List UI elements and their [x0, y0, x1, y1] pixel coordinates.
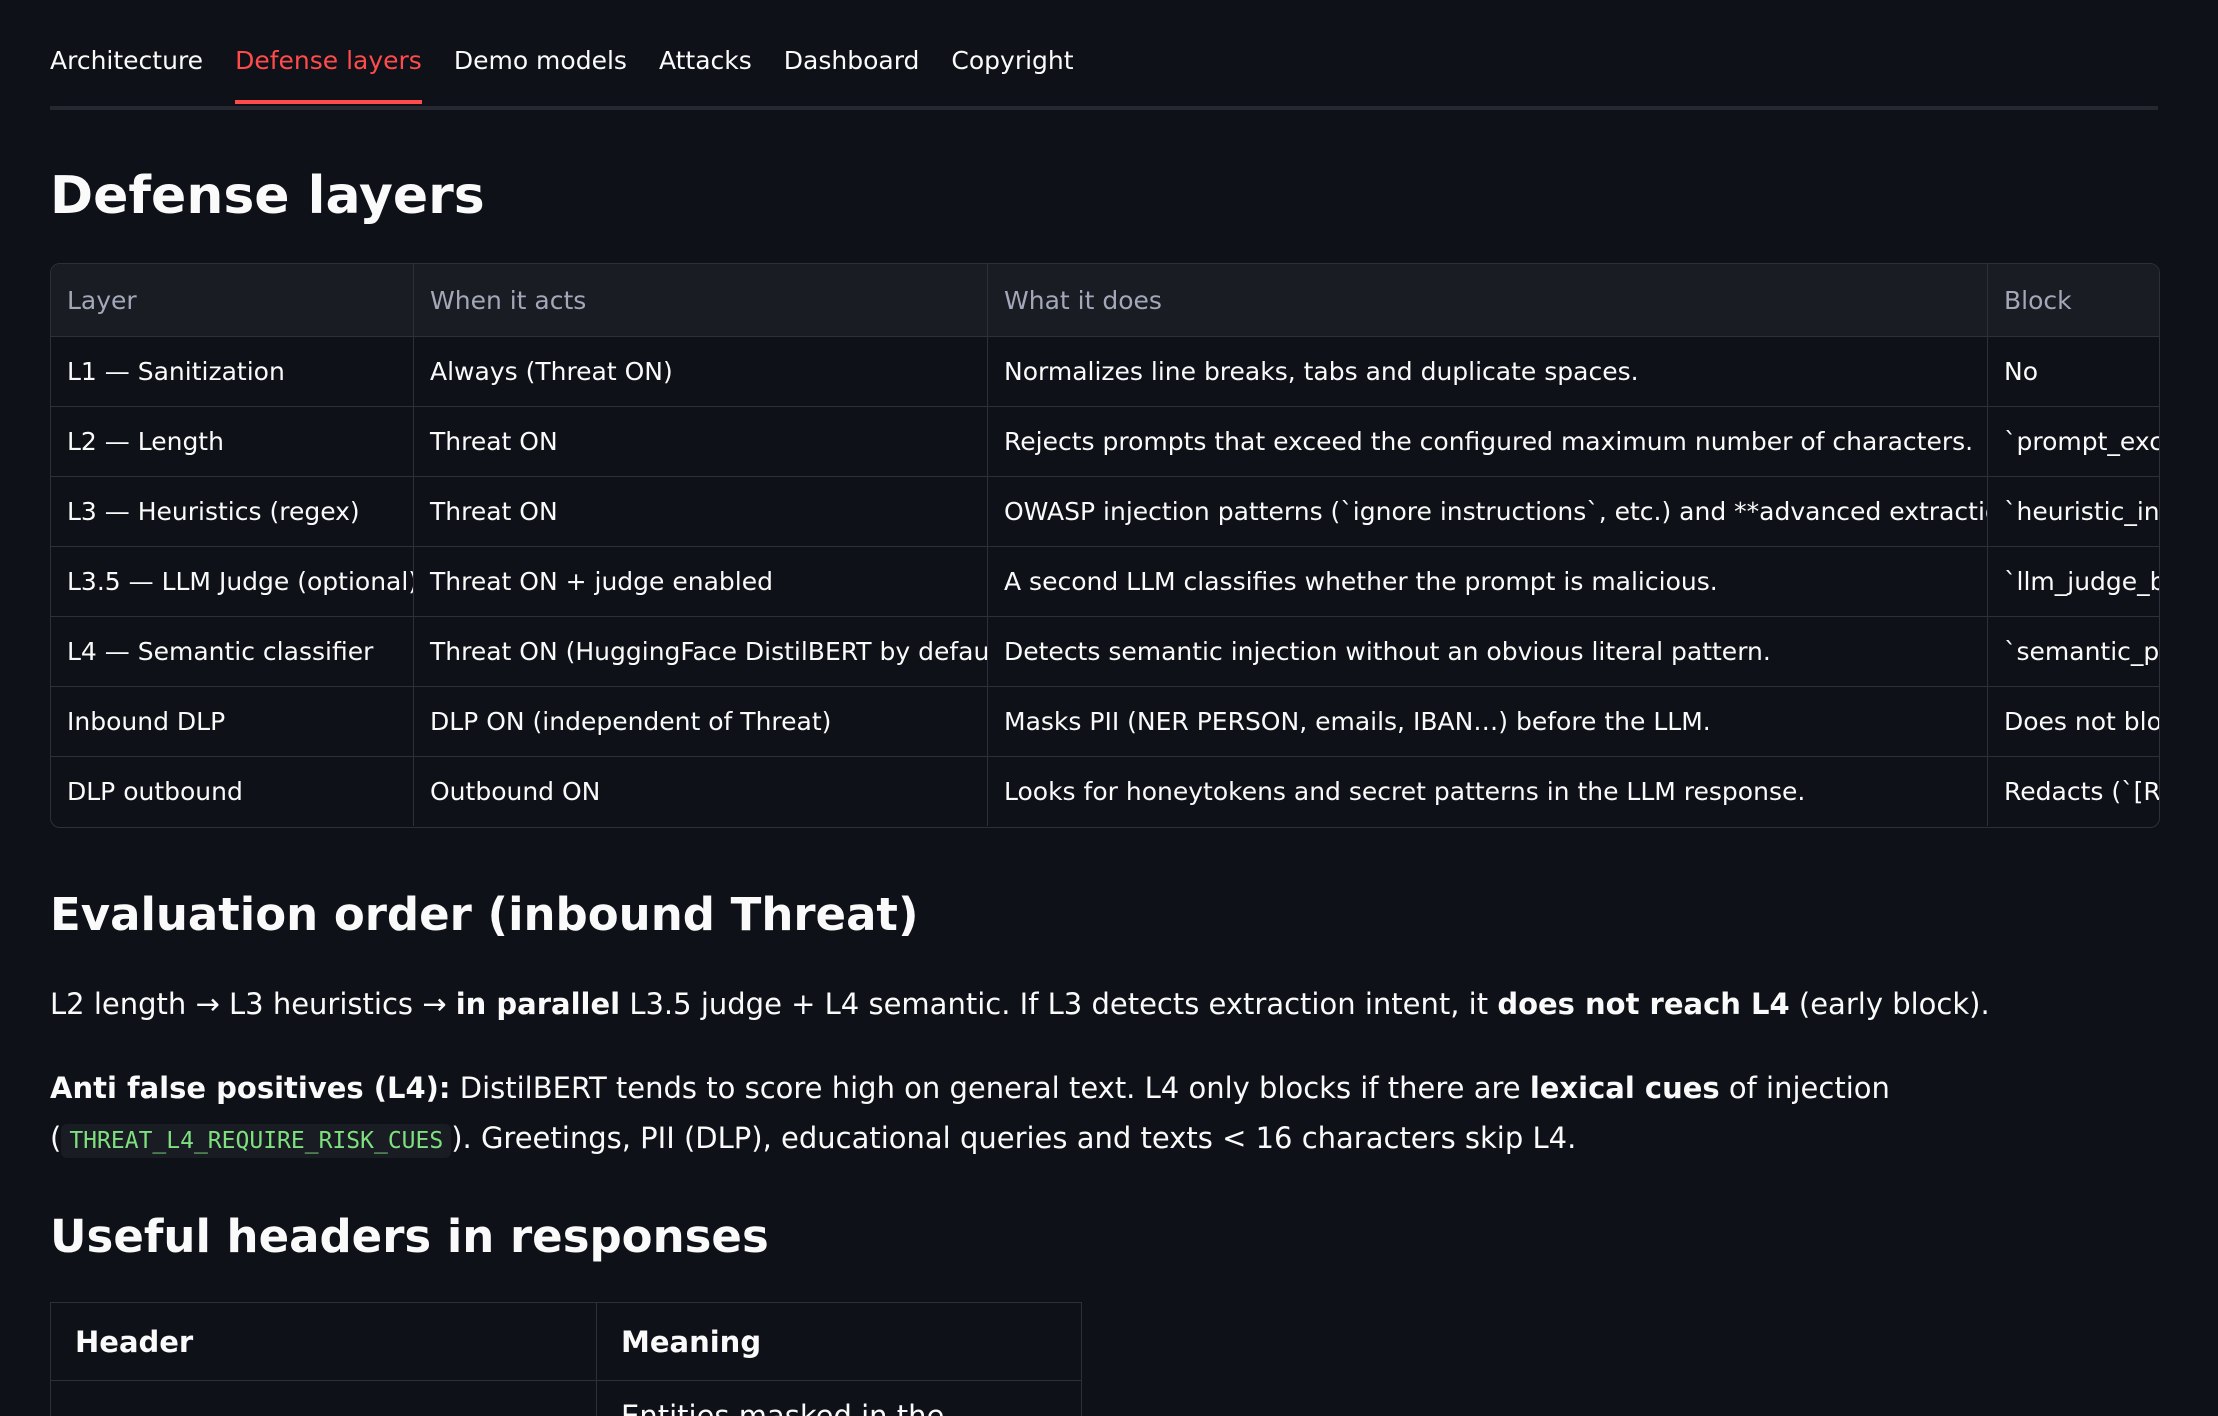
column-header-meaning: Meaning — [596, 1303, 1081, 1380]
table-row: L3 — Heuristics (regex) Threat ON OWASP … — [51, 476, 2159, 546]
tab-demo-models[interactable]: Demo models — [454, 40, 627, 100]
tab-dashboard[interactable]: Dashboard — [784, 40, 920, 100]
evaluation-order-heading: Evaluation order (inbound Threat) — [50, 888, 919, 941]
bold-text: does not reach L4 — [1497, 987, 1790, 1021]
table-cell: `prompt_exc — [1987, 407, 2159, 476]
tab-attacks[interactable]: Attacks — [659, 40, 752, 100]
tab-copyright[interactable]: Copyright — [951, 40, 1073, 100]
defense-layers-table[interactable]: Layer When it acts What it does Block L1… — [50, 263, 2160, 828]
table-cell: L2 — Length — [67, 427, 224, 456]
bold-text: lexical cues — [1529, 1071, 1720, 1105]
text-span: (early block). — [1789, 987, 1990, 1021]
headers-table: Header Meaning Entities masked in the pr… — [50, 1302, 1082, 1416]
table-cell: Outbound ON — [413, 757, 987, 826]
table-cell: Always (Threat ON) — [413, 337, 987, 406]
useful-headers-heading: Useful headers in responses — [50, 1210, 769, 1263]
table-cell: DLP outbound — [67, 777, 243, 806]
table-header-row: Header Meaning — [51, 1303, 1081, 1381]
table-row: L3.5 — LLM Judge (optional) Threat ON + … — [51, 546, 2159, 616]
table-cell: `semantic_p — [1987, 617, 2159, 686]
table-cell: OWASP injection patterns (`ignore instru… — [987, 477, 1987, 546]
table-row: Entities masked in the prompt — [51, 1381, 1081, 1416]
table-cell: A second LLM classifies whether the prom… — [987, 547, 1987, 616]
table-cell: `llm_judge_b — [1987, 547, 2159, 616]
tab-defense-layers[interactable]: Defense layers — [235, 40, 422, 104]
table-cell: Threat ON + judge enabled — [413, 547, 987, 616]
defense-layers-heading: Defense layers — [50, 166, 485, 226]
table-cell: Normalizes line breaks, tabs and duplica… — [987, 337, 1987, 406]
table-row: L1 — Sanitization Always (Threat ON) Nor… — [51, 336, 2159, 406]
table-cell: Threat ON — [413, 407, 987, 476]
table-cell: Does not bloc — [1987, 687, 2159, 756]
column-header-what[interactable]: What it does — [987, 264, 1987, 336]
text-span: ). Greetings, PII (DLP), educational que… — [451, 1121, 1577, 1155]
table-cell: L3.5 — LLM Judge (optional) — [67, 567, 413, 596]
table-cell: L4 — Semantic classifier — [67, 637, 374, 666]
table-row: L4 — Semantic classifier Threat ON (Hugg… — [51, 616, 2159, 686]
table-row: Inbound DLP DLP ON (independent of Threa… — [51, 686, 2159, 756]
page: Architecture Defense layers Demo models … — [0, 0, 2218, 1416]
table-row: L2 — Length Threat ON Rejects prompts th… — [51, 406, 2159, 476]
column-header-header: Header — [75, 1324, 194, 1359]
text-span: L3.5 judge + L4 semantic. If L3 detects … — [620, 987, 1498, 1021]
text-span: DistilBERT tends to score high on genera… — [450, 1071, 1530, 1105]
table-cell: DLP ON (independent of Threat) — [413, 687, 987, 756]
table-cell: Masks PII (NER PERSON, emails, IBAN…) be… — [987, 687, 1987, 756]
tab-architecture[interactable]: Architecture — [50, 40, 203, 100]
table-cell: Redacts (`[RE — [1987, 757, 2159, 826]
table-cell: No — [1987, 337, 2159, 406]
column-header-layer[interactable]: Layer — [51, 264, 413, 336]
column-header-when[interactable]: When it acts — [413, 264, 987, 336]
inline-code: THREAT_L4_REQUIRE_RISK_CUES — [61, 1124, 452, 1158]
table-cell: Detects semantic injection without an ob… — [987, 617, 1987, 686]
table-cell: Looks for honeytokens and secret pattern… — [987, 757, 1987, 826]
table-cell: L1 — Sanitization — [67, 357, 285, 386]
table-cell: Rejects prompts that exceed the configur… — [987, 407, 1987, 476]
table-cell: L3 — Heuristics (regex) — [67, 497, 360, 526]
anti-false-positives-paragraph: Anti false positives (L4): DistilBERT te… — [50, 1063, 2158, 1166]
table-cell: Threat ON (HuggingFace DistilBERT by def… — [413, 617, 987, 686]
table-row: DLP outbound Outbound ON Looks for honey… — [51, 756, 2159, 826]
bold-text: Anti false positives (L4): — [50, 1071, 451, 1105]
bold-text: in parallel — [455, 987, 621, 1021]
evaluation-order-paragraph: L2 length → L3 heuristics → in parallel … — [50, 979, 2150, 1029]
tab-bar: Architecture Defense layers Demo models … — [50, 40, 2158, 110]
column-header-block[interactable]: Block — [1987, 264, 2159, 336]
text-span: L2 length → L3 heuristics → — [50, 987, 456, 1021]
table-cell — [51, 1381, 596, 1416]
table-cell: `heuristic_in — [1987, 477, 2159, 546]
table-header-row: Layer When it acts What it does Block — [51, 264, 2159, 336]
table-cell: Threat ON — [413, 477, 987, 546]
table-cell: Entities masked in the prompt — [596, 1381, 1081, 1416]
table-cell: Inbound DLP — [67, 707, 226, 736]
